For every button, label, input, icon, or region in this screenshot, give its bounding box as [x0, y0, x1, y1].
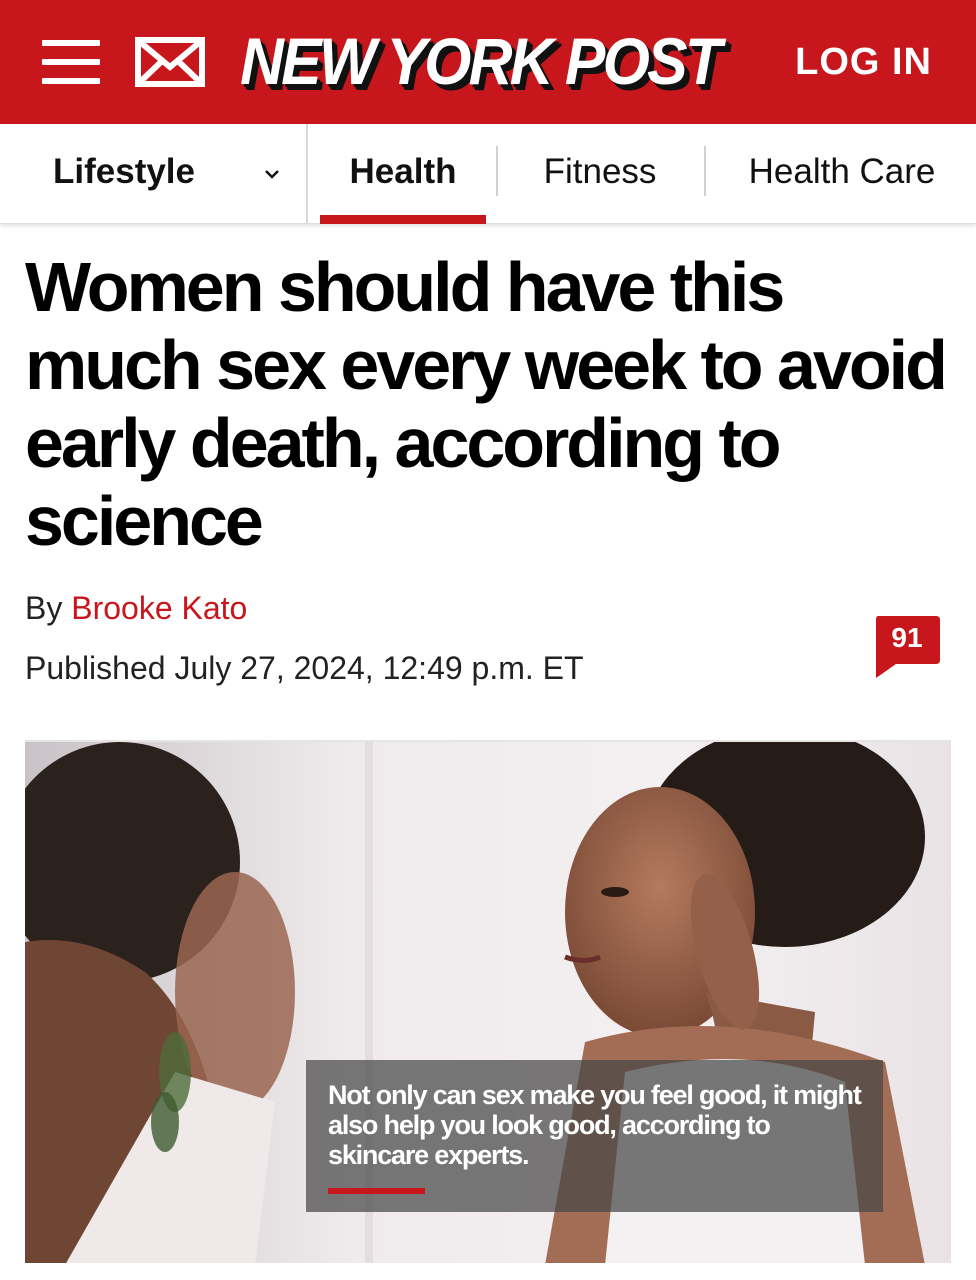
- section-dropdown[interactable]: Lifestyle: [0, 124, 308, 224]
- site-header: NEW YORK POST LOG IN: [0, 0, 976, 124]
- nav-divider: [496, 146, 498, 196]
- section-label: Lifestyle: [53, 152, 195, 191]
- author-link[interactable]: Brooke Kato: [71, 590, 247, 626]
- tab-health-care[interactable]: Health Care: [722, 124, 962, 224]
- image-caption: Not only can sex make you feel good, it …: [328, 1080, 862, 1170]
- article-hero-image[interactable]: Not only can sex make you feel good, it …: [25, 740, 951, 1263]
- tab-health-care-label: Health Care: [748, 152, 936, 191]
- image-caption-overlay: Not only can sex make you feel good, it …: [306, 1060, 883, 1212]
- chevron-down-icon: [265, 170, 279, 179]
- tab-health[interactable]: Health: [320, 124, 486, 224]
- hamburger-menu-icon[interactable]: [42, 38, 100, 86]
- comment-count: 91: [891, 622, 923, 653]
- byline: By Brooke Kato: [25, 590, 247, 627]
- nav-divider: [704, 146, 706, 196]
- section-nav: Lifestyle Health Fitness Health Care: [0, 124, 976, 224]
- active-tab-indicator: [320, 215, 486, 224]
- login-button[interactable]: LOG IN: [795, 40, 932, 84]
- mail-icon[interactable]: [135, 37, 205, 87]
- published-date: Published July 27, 2024, 12:49 p.m. ET: [25, 650, 584, 686]
- byline-prefix: By: [25, 590, 63, 626]
- tab-health-label: Health: [349, 152, 457, 191]
- site-logo[interactable]: NEW YORK POST: [240, 22, 740, 100]
- caption-accent-rule: [328, 1188, 425, 1194]
- comments-button[interactable]: 91: [874, 616, 940, 678]
- tab-fitness-label: Fitness: [543, 152, 657, 191]
- article-headline: Women should have this much sex every we…: [25, 248, 948, 560]
- logo-wordmark: NEW YORK POST: [240, 24, 722, 98]
- tab-fitness[interactable]: Fitness: [515, 124, 685, 224]
